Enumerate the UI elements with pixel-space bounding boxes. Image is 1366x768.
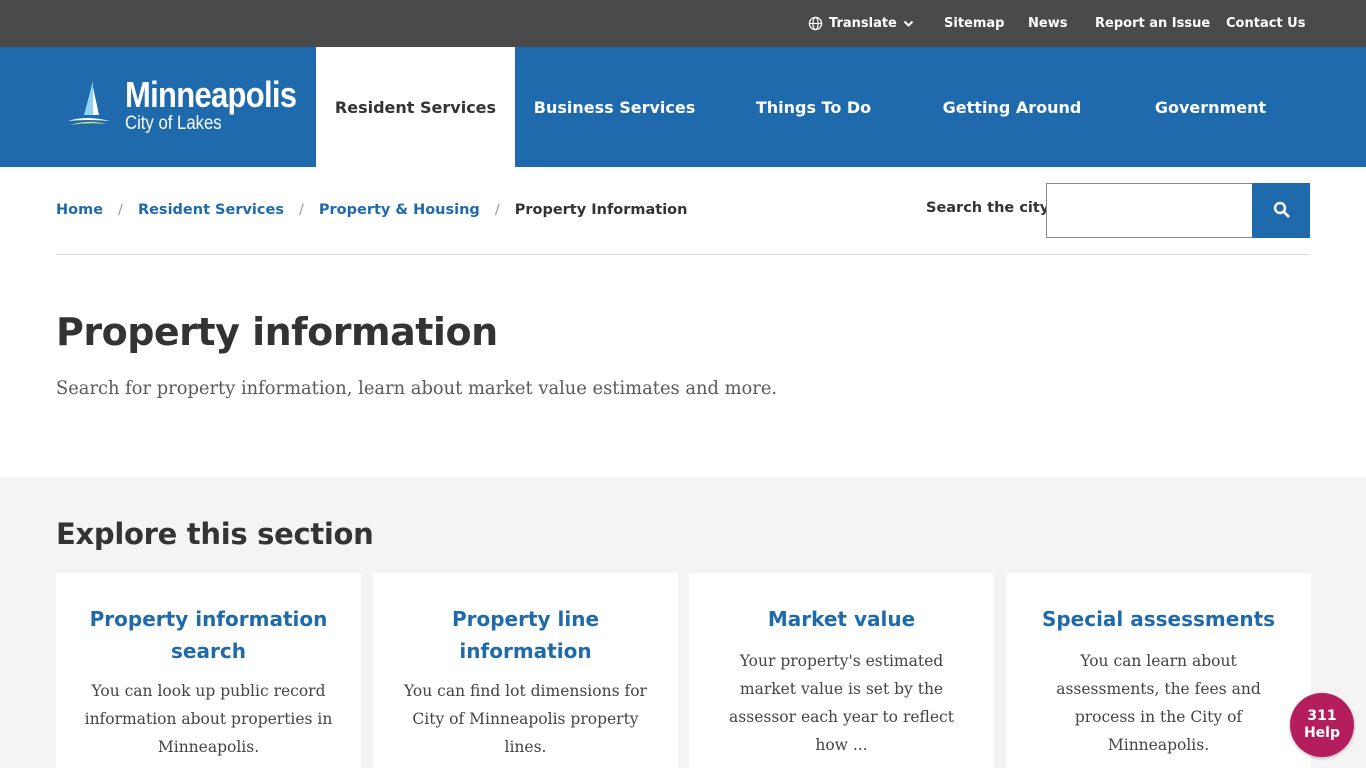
breadcrumb-home[interactable]: Home [56, 201, 103, 219]
nav-things-to-do[interactable]: Things To Do [714, 47, 913, 167]
help-311-button[interactable]: 311 Help [1290, 693, 1354, 757]
card-description: You can find lot dimensions for City of … [404, 682, 647, 756]
card-description: Your property's estimated market value i… [729, 652, 954, 754]
search-input[interactable] [1046, 183, 1253, 238]
news-link[interactable]: News [1028, 15, 1067, 32]
main-header: Minneapolis City of Lakes Resident Servi… [0, 47, 1366, 167]
breadcrumb-separator: / [494, 202, 500, 218]
nav-getting-around[interactable]: Getting Around [913, 47, 1111, 167]
help-label: Help [1303, 725, 1341, 741]
card-description: You can look up public record informatio… [84, 682, 333, 756]
explore-title: Explore this section [56, 517, 374, 551]
card-special-assessments[interactable]: Special assessments You can learn about … [1006, 573, 1311, 768]
breadcrumb-separator: / [298, 202, 304, 218]
city-logo[interactable]: Minneapolis City of Lakes [66, 74, 297, 135]
card-title[interactable]: Market value [712, 603, 972, 635]
card-description: You can learn about assessments, the fee… [1056, 652, 1261, 754]
breadcrumb-resident-services[interactable]: Resident Services [138, 201, 284, 219]
search-icon [1273, 201, 1290, 221]
card-title[interactable]: Property line information [396, 603, 656, 667]
breadcrumb: Home / Resident Services / Property & Ho… [56, 201, 687, 219]
logo-subtitle: City of Lakes [125, 113, 222, 134]
nav-business-services[interactable]: Business Services [515, 47, 714, 167]
globe-icon [808, 16, 823, 31]
contact-us-link[interactable]: Contact Us [1226, 15, 1305, 32]
card-title[interactable]: Property information search [79, 603, 339, 667]
sailboat-logo-icon [66, 79, 112, 133]
search-button[interactable] [1252, 183, 1310, 238]
translate-dropdown[interactable]: Translate [808, 15, 914, 32]
header-divider [56, 254, 1310, 255]
page-lead: Search for property information, learn a… [56, 377, 778, 399]
help-number: 311 [1307, 708, 1337, 724]
card-property-information-search[interactable]: Property information search You can look… [56, 573, 361, 768]
page-title: Property information [56, 310, 498, 354]
logo-title: Minneapolis [125, 74, 297, 115]
chevron-down-icon [903, 20, 914, 28]
utility-bar: Translate Sitemap News Report an Issue C… [0, 0, 1366, 47]
nav-government[interactable]: Government [1111, 47, 1310, 167]
nav-resident-services[interactable]: Resident Services [316, 47, 515, 167]
card-property-line-information[interactable]: Property line information You can find l… [373, 573, 678, 768]
report-issue-link[interactable]: Report an Issue [1095, 15, 1210, 32]
breadcrumb-current: Property Information [514, 202, 688, 218]
search-label: Search the city [926, 200, 1050, 216]
breadcrumb-property-housing[interactable]: Property & Housing [319, 201, 480, 219]
sitemap-link[interactable]: Sitemap [944, 15, 1004, 32]
breadcrumb-separator: / [118, 202, 123, 218]
translate-label: Translate [829, 16, 897, 31]
card-title[interactable]: Special assessments [1029, 603, 1289, 635]
explore-section: Explore this section Property informatio… [0, 477, 1366, 768]
card-market-value[interactable]: Market value Your property's estimated m… [689, 573, 994, 768]
